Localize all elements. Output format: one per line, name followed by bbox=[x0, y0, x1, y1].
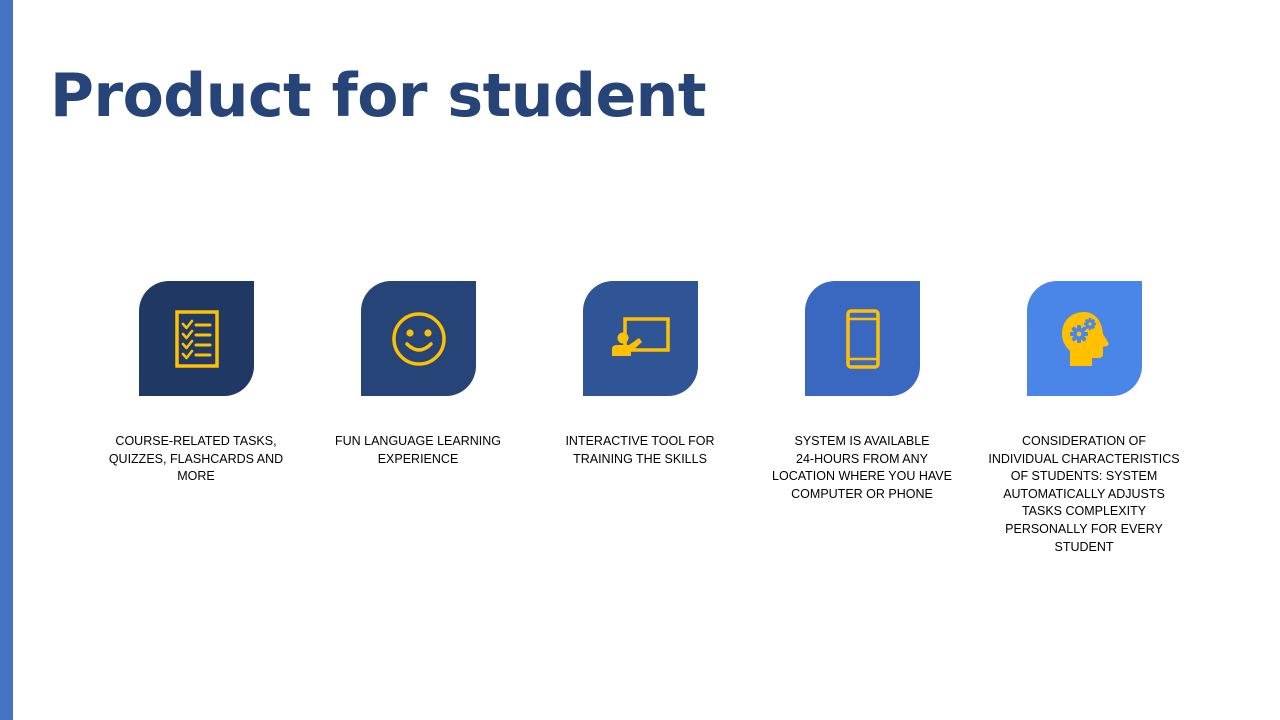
feature-tile-availability bbox=[805, 281, 920, 396]
smartphone-icon bbox=[845, 308, 880, 369]
feature-caption-interactive: INTERACTIVE TOOL FOR TRAINING THE SKILLS bbox=[565, 434, 715, 466]
smiley-face-icon bbox=[391, 311, 446, 366]
left-accent-bar bbox=[0, 0, 13, 720]
feature-caption-fun: FUN LANGUAGE LEARNING EXPERIENCE bbox=[334, 434, 501, 466]
head-gears-icon bbox=[1061, 311, 1109, 366]
feature-caption-tasks: COURSE-RELATED TASKS, QUIZZES, FLASHCARD… bbox=[108, 434, 284, 484]
feature-tile-tasks bbox=[139, 281, 254, 396]
feature-tile-individual bbox=[1027, 281, 1142, 396]
feature-tile-interactive bbox=[583, 281, 698, 396]
feature-caption-individual: CONSIDERATION OF INDIVIDUAL CHARACTERIST… bbox=[988, 434, 1180, 554]
checklist-icon bbox=[174, 309, 219, 368]
presentation-board-icon bbox=[611, 316, 670, 356]
feature-caption-availability: SYSTEM IS AVAILABLE 24-HOURS FROM ANY LO… bbox=[772, 434, 952, 501]
feature-tile-fun bbox=[361, 281, 476, 396]
slide-title: Product for student bbox=[50, 61, 707, 131]
